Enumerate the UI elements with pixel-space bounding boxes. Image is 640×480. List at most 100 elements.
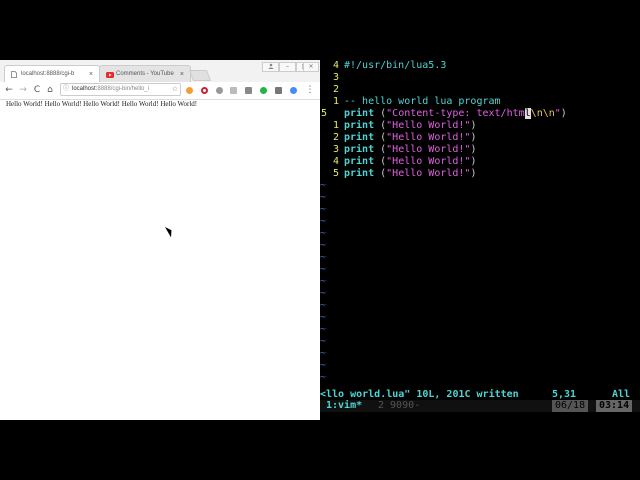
vim-tilde: ~ <box>320 228 327 239</box>
keyword-print: print <box>344 120 375 131</box>
opera-icon[interactable] <box>201 87 208 94</box>
vim-tilde: ~ <box>320 324 327 335</box>
url-host: localhost: <box>72 86 98 92</box>
vim-line: 5 print ("Hello World!") <box>320 168 640 180</box>
chrome-extension-icon[interactable] <box>290 87 297 94</box>
mouse-cursor-icon <box>165 225 175 238</box>
extension-icon[interactable] <box>275 87 282 94</box>
close-window-button[interactable]: × <box>303 62 319 72</box>
bookmark-star-icon[interactable]: ☆ <box>172 84 178 95</box>
vim-cursor-position: 5,31 <box>552 389 577 400</box>
green-extension-icon[interactable] <box>260 87 267 94</box>
home-button[interactable]: ⌂ <box>44 84 56 96</box>
line-number: 2 <box>332 132 339 143</box>
info-icon: ⓘ <box>63 86 70 92</box>
vim-tilde: ~ <box>320 276 327 287</box>
vim-scroll-position: All <box>612 389 631 400</box>
comment-text: -- hello world lua program <box>344 96 501 107</box>
extension-icon[interactable] <box>216 87 223 94</box>
code-text: #!/usr/bin/lua5.3 <box>344 60 446 72</box>
keyword-print: print <box>344 132 375 143</box>
tab-title: localhost:8888/cgi-b <box>21 71 75 77</box>
shebang-text: #!/usr/bin/lua5.3 <box>344 60 447 71</box>
line-number: 5 <box>332 168 339 179</box>
paren-close: ) <box>470 156 477 167</box>
code-text: print ("Hello World!") <box>344 156 476 168</box>
menu-icon[interactable]: ⋮ <box>304 84 316 96</box>
vim-line: 1 -- hello world lua program <box>320 96 640 108</box>
vim-tilde: ~ <box>320 180 327 191</box>
extension-icon[interactable] <box>230 87 237 94</box>
code-text: print ("Hello World!") <box>344 132 476 144</box>
vim-tilde: ~ <box>320 288 327 299</box>
extension-icon[interactable] <box>245 87 252 94</box>
tmux-window-2[interactable]: 2 9090- <box>378 400 420 412</box>
back-button[interactable]: ← <box>3 84 15 96</box>
paren-open: ( <box>374 144 387 155</box>
vim-tilde: ~ <box>320 204 327 215</box>
keyword-print: print <box>344 144 375 155</box>
line-number: 1 <box>332 120 339 131</box>
vim-line: 5 print ("Content-type: text/html\n\n") <box>320 108 640 120</box>
vim-line: 1 print ("Hello World!") <box>320 120 640 132</box>
tmux-date: 06/18 <box>552 400 589 412</box>
string-literal: "Hello World!" <box>386 132 471 143</box>
tmux-time: 03:14 <box>596 400 633 412</box>
vim-tilde: ~ <box>320 360 327 371</box>
line-number: 3 <box>332 72 339 83</box>
browser-toolbar: ← → C ⌂ ⓘ localhost:8888/cgi-bin/hello_i… <box>0 82 320 100</box>
vim-tilde: ~ <box>320 240 327 251</box>
paren-close: ) <box>470 120 477 131</box>
string-literal: "Hello World!" <box>386 144 471 155</box>
vim-line: 3 print ("Hello World!") <box>320 144 640 156</box>
forward-button[interactable]: → <box>17 84 29 96</box>
code-text: -- hello world lua program <box>344 96 501 108</box>
tab-close-icon[interactable]: × <box>180 66 184 82</box>
url-path: 8888/cgi-bin/hello_i <box>97 86 150 92</box>
vim-line: 2 <box>320 84 640 96</box>
address-bar[interactable]: ⓘ localhost:8888/cgi-bin/hello_i ☆ <box>60 83 181 96</box>
keyword-print: print <box>344 156 375 167</box>
browser-window: localhost:8888/cgi-b × Comments - YouTub… <box>0 60 321 420</box>
tab-title: Comments - YouTube <box>116 71 174 77</box>
youtube-icon <box>106 72 114 78</box>
tmux-window-vim[interactable]: 1:vim* <box>326 400 362 412</box>
vim-line: 3 <box>320 72 640 84</box>
paren-close: ) <box>470 132 477 143</box>
string-literal: "Content-type: text/htm <box>386 108 525 119</box>
vim-tilde: ~ <box>320 348 327 359</box>
line-number: 2 <box>332 84 339 95</box>
vim-tilde: ~ <box>320 312 327 323</box>
vim-tilde: ~ <box>320 372 327 383</box>
string-literal: "Hello World!" <box>386 156 471 167</box>
reload-button[interactable]: C <box>31 84 43 96</box>
vim-tilde: ~ <box>320 252 327 263</box>
paren-open: ( <box>374 156 387 167</box>
user-button[interactable] <box>262 62 279 72</box>
extension-icon[interactable] <box>186 87 193 94</box>
line-number: 3 <box>332 144 339 155</box>
page-text: Hello World! Hello World! Hello World! H… <box>6 100 198 108</box>
terminal-window[interactable]: 4 #!/usr/bin/lua5.3 3 2 1 -- hello world lua … <box>320 60 640 420</box>
code-text: print ("Content-type: text/html\n\n") <box>344 108 567 120</box>
tab-close-icon[interactable]: × <box>89 66 93 82</box>
tab-localhost[interactable]: localhost:8888/cgi-b × <box>4 65 100 82</box>
page-icon <box>11 71 17 78</box>
keyword-print: print <box>344 168 375 179</box>
tab-youtube[interactable]: Comments - YouTube × <box>99 65 191 82</box>
keyword-print: print <box>344 108 375 119</box>
code-text: print ("Hello World!") <box>344 144 476 156</box>
paren-open: ( <box>374 108 387 119</box>
vim-line: 4 #!/usr/bin/lua5.3 <box>320 60 640 72</box>
new-tab-button[interactable] <box>188 70 212 81</box>
vim-tilde: ~ <box>320 336 327 347</box>
vim-status-message: <llo world.lua" 10L, 201C written <box>320 389 519 400</box>
code-text: print ("Hello World!") <box>344 120 476 132</box>
vim-line: 2 print ("Hello World!") <box>320 132 640 144</box>
tab-strip: localhost:8888/cgi-b × Comments - YouTub… <box>0 60 320 82</box>
escape-sequence: \n\n <box>530 108 555 119</box>
minimize-button[interactable]: – <box>279 62 296 72</box>
paren-open: ( <box>374 168 387 179</box>
paren-open: ( <box>374 120 387 131</box>
line-number: 4 <box>332 156 339 167</box>
